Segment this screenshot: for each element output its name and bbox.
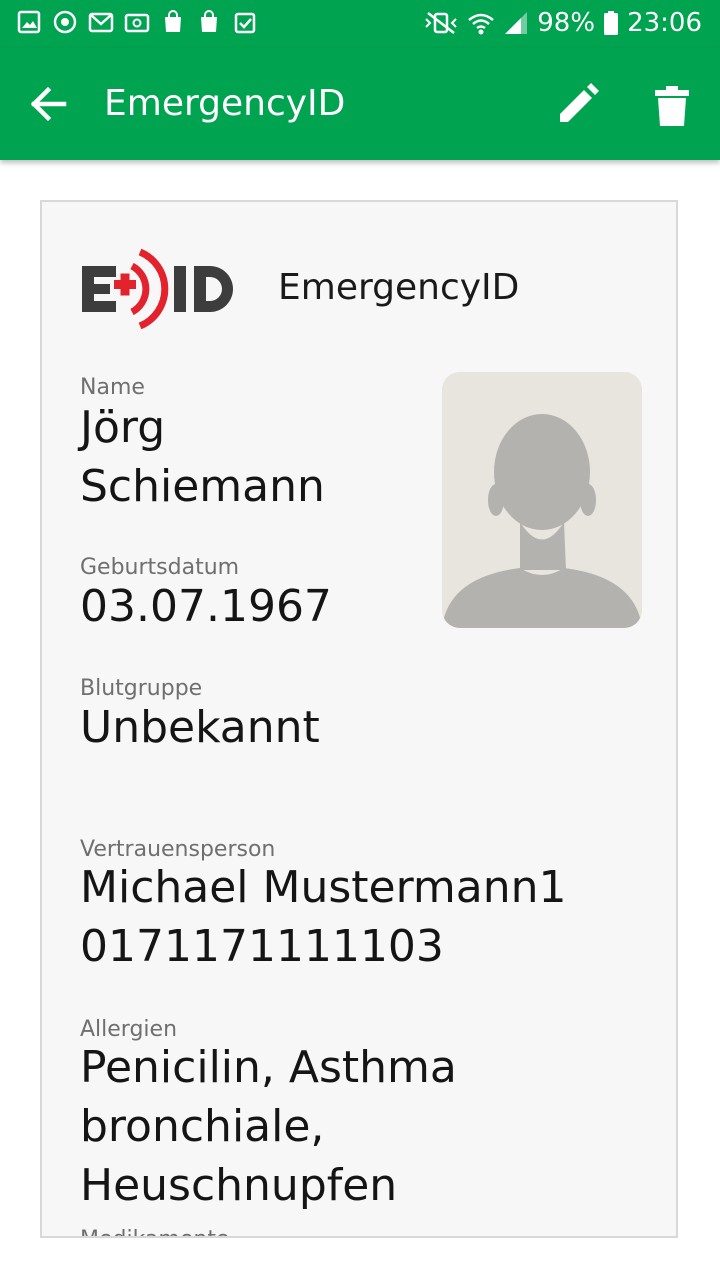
trash-icon[interactable] <box>646 78 698 130</box>
battery-icon <box>604 11 619 35</box>
sync-icon <box>53 10 77 34</box>
clipboard-check-icon <box>234 12 256 34</box>
wifi-icon <box>468 13 495 35</box>
medication-label: Medikamente <box>80 1226 230 1236</box>
birthdate-value: 03.07.1967 <box>80 581 332 632</box>
allergies-value-line: Heuschnupfen <box>80 1160 398 1211</box>
status-bar: 98% 23:06 <box>0 0 720 48</box>
allergies-value-line: bronchiale, <box>80 1101 325 1152</box>
notification-icons <box>16 9 258 35</box>
page-title: EmergencyID <box>104 83 346 124</box>
galaxy-store-icon <box>165 10 181 32</box>
bloodtype-value: Unbekannt <box>80 702 320 753</box>
allergies-value-line: Penicilin, Asthma <box>80 1042 457 1093</box>
system-status: 98% 23:06 <box>423 6 702 40</box>
battery-percent: 98% <box>537 8 596 38</box>
emergency-id-card: EmergencyID Name Jörg Schiemann Geburtsd… <box>40 200 678 1238</box>
emergency-id-logo <box>82 248 233 330</box>
pencil-icon[interactable] <box>552 78 604 130</box>
contact-name-value: Michael Mustermann1 <box>80 862 567 913</box>
name-value: Jörg Schiemann <box>80 402 325 512</box>
gallery-icon <box>17 10 41 34</box>
clock: 23:06 <box>627 8 702 38</box>
app-bar: EmergencyID <box>0 48 720 160</box>
gmail-icon <box>88 12 114 33</box>
email-icon <box>124 13 150 33</box>
vibrate-icon <box>425 12 457 34</box>
contact-phone-value: 0171171111103 <box>80 921 444 972</box>
galaxy-store-icon <box>201 10 217 32</box>
card-brand-name: EmergencyID <box>278 267 520 308</box>
arrow-back-icon[interactable] <box>22 78 74 130</box>
signal-icon <box>505 12 528 34</box>
